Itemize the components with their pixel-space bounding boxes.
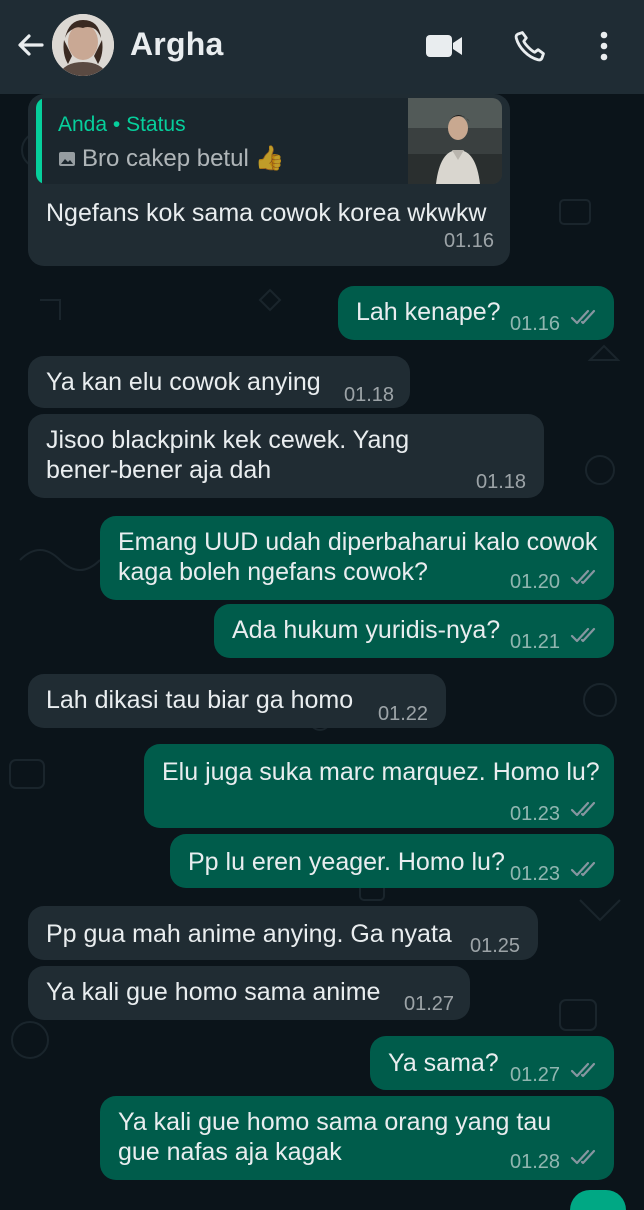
message-time: 01.23 [510, 863, 561, 885]
message-text-line-2: kaga boleh ngefans cowok? [118, 558, 428, 586]
read-receipt-icon [570, 1149, 596, 1165]
more-vertical-icon [600, 31, 608, 61]
more-options-button[interactable] [580, 22, 628, 70]
message-time: 01.25 [470, 935, 521, 957]
message-bubble-incoming[interactable]: Pp gua mah anime anying. Ga nyata 01.25 [28, 906, 538, 960]
message-bubble-incoming[interactable]: Ya kan elu cowok anying 01.18 [28, 356, 410, 408]
read-receipt-icon [570, 569, 596, 585]
message-text: Ya kan elu cowok anying [46, 368, 321, 396]
scroll-to-bottom-button[interactable] [570, 1190, 626, 1210]
message-bubble-outgoing[interactable]: Ya kali gue homo sama orang yang tau gue… [100, 1096, 614, 1180]
video-call-button[interactable] [420, 22, 468, 70]
message-time: 01.28 [510, 1151, 561, 1173]
message-text-line-2: bener-bener aja dah [46, 456, 272, 484]
avatar[interactable] [52, 14, 114, 76]
message-bubble-outgoing[interactable]: Ada hukum yuridis-nya? 01.21 [214, 604, 614, 658]
quote-text: Bro cakep betul [82, 145, 249, 172]
quote-text-row: Bro cakep betul 👍 [58, 144, 285, 174]
message-bubble-outgoing[interactable]: Emang UUD udah diperbaharui kalo cowok k… [100, 516, 614, 600]
message-text: Ngefans kok sama cowok korea wkwkw [46, 199, 487, 227]
image-icon [59, 152, 75, 166]
message-text-line-1: Ya kali gue homo sama orang yang tau [118, 1108, 552, 1136]
message-time: 01.16 [510, 313, 561, 335]
message-text-line-1: Jisoo blackpink kek cewek. Yang [46, 426, 410, 454]
quoted-status[interactable]: Anda • Status Bro cakep betul 👍 [36, 98, 502, 184]
arrow-left-icon [18, 34, 44, 56]
voice-call-button[interactable] [506, 22, 554, 70]
message-time: 01.21 [510, 631, 561, 653]
chat-header: Argha [0, 0, 644, 94]
thumbs-up-emoji: 👍 [254, 145, 285, 172]
message-text: Pp gua mah anime anying. Ga nyata [46, 920, 452, 948]
message-bubble-incoming[interactable]: Lah dikasi tau biar ga homo 01.22 [28, 674, 446, 728]
message-bubble-outgoing[interactable]: Lah kenape? 01.16 [338, 286, 614, 340]
quote-author: Anda • Status [58, 113, 186, 136]
contact-name[interactable]: Argha [130, 26, 223, 63]
message-time: 01.18 [476, 471, 527, 493]
message-text: Lah kenape? [356, 298, 501, 326]
message-text-line-1: Emang UUD udah diperbaharui kalo cowok [118, 528, 598, 556]
message-bubble-outgoing[interactable]: Elu juga suka marc marquez. Homo lu? 01.… [144, 744, 614, 828]
read-receipt-icon [570, 801, 596, 817]
message-time: 01.18 [344, 384, 395, 406]
message-time: 01.27 [510, 1064, 561, 1086]
message-text: Ada hukum yuridis-nya? [232, 616, 501, 644]
message-time: 01.23 [510, 803, 561, 825]
message-time: 01.20 [510, 571, 561, 593]
message-time: 01.16 [443, 230, 494, 252]
read-receipt-icon [570, 309, 596, 325]
read-receipt-icon [570, 861, 596, 877]
video-camera-icon [426, 35, 462, 57]
message-text: Pp lu eren yeager. Homo lu? [188, 848, 505, 876]
status-thumbnail [408, 98, 502, 184]
read-receipt-icon [570, 627, 596, 643]
quote-accent-bar [36, 98, 42, 184]
message-bubble-incoming[interactable]: Ya kali gue homo sama anime 01.27 [28, 966, 470, 1020]
message-text-line-2: gue nafas aja kagak [118, 1138, 342, 1166]
read-receipt-icon [570, 1062, 596, 1078]
message-bubble-incoming[interactable]: Anda • Status Bro cakep betul 👍 Ngefans … [28, 94, 510, 266]
message-time: 01.22 [378, 703, 429, 725]
message-text: Ya sama? [388, 1049, 499, 1077]
phone-icon [514, 31, 545, 62]
message-time: 01.27 [404, 993, 455, 1015]
message-text: Elu juga suka marc marquez. Homo lu? [162, 758, 600, 786]
message-text: Lah dikasi tau biar ga homo [46, 686, 354, 714]
message-bubble-incoming[interactable]: Jisoo blackpink kek cewek. Yang bener-be… [28, 414, 544, 498]
message-bubble-outgoing[interactable]: Ya sama? 01.27 [370, 1036, 614, 1090]
message-bubble-outgoing[interactable]: Pp lu eren yeager. Homo lu? 01.23 [170, 834, 614, 888]
message-text: Ya kali gue homo sama anime [46, 978, 381, 1006]
back-button[interactable] [8, 22, 52, 68]
